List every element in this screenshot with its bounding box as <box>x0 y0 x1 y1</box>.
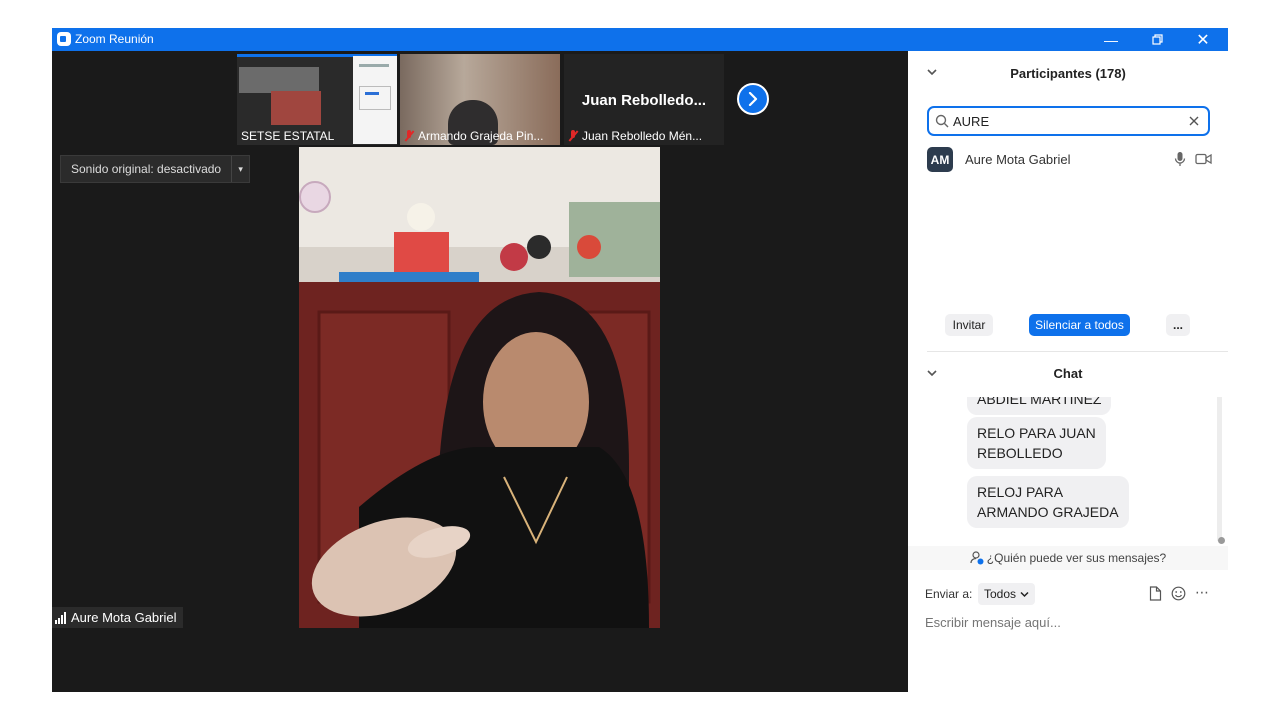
chevron-down-icon <box>1020 591 1029 597</box>
close-button[interactable]: ✕ <box>1180 28 1226 51</box>
thumbnail-setse-estatal[interactable]: SETSE ESTATAL <box>237 54 397 145</box>
microphone-icon[interactable] <box>1174 151 1186 167</box>
window-title: Zoom Reunión <box>75 32 154 46</box>
shared-video-tile <box>271 91 321 125</box>
chat-message-list: ABDIEL MARTINEZ RELO PARA JUAN REBOLLEDO… <box>908 397 1216 545</box>
chat-more-icon[interactable]: ⋯ <box>1195 584 1210 601</box>
user-visibility-icon <box>970 551 984 565</box>
send-to-value: Todos <box>984 587 1017 601</box>
chat-message-input[interactable] <box>925 612 1215 632</box>
signal-strength-icon <box>55 611 66 624</box>
chat-title: Chat <box>1053 366 1083 381</box>
thumbnail-label: Juan Rebolledo Mén... <box>568 129 702 143</box>
participant-search-box[interactable] <box>927 106 1210 136</box>
next-page-button[interactable] <box>737 83 769 115</box>
thumbnail-juan-rebolledo[interactable]: Juan Rebolledo... Juan Rebolledo Mén... <box>564 54 724 145</box>
muted-mic-icon <box>404 130 414 142</box>
emoji-icon[interactable] <box>1171 586 1186 601</box>
original-sound-label: Sonido original: desactivado <box>61 156 233 182</box>
participants-title: Participantes (178) <box>1010 66 1126 81</box>
active-speaker-video <box>299 147 660 628</box>
thumbnail-label: SETSE ESTATAL <box>241 129 335 143</box>
shared-screen-strip <box>239 67 319 93</box>
avatar: AM <box>927 147 953 172</box>
participant-name: Aure Mota Gabriel <box>965 152 1071 167</box>
active-speaker-name: Aure Mota Gabriel <box>71 610 177 625</box>
who-can-see-banner[interactable]: ¿Quién puede ver sus mensajes? <box>908 546 1228 570</box>
video-area: SETSE ESTATAL Armando Grajeda Pin... Jua… <box>52 51 908 692</box>
zoom-logo-icon <box>57 32 71 46</box>
chat-scrollbar[interactable] <box>1217 397 1222 541</box>
participant-search-input[interactable] <box>953 112 1173 130</box>
minimize-button[interactable]: — <box>1088 28 1134 51</box>
restore-icon <box>1151 34 1163 45</box>
shared-document <box>353 56 397 144</box>
speaker-video-frame <box>299 147 660 628</box>
search-icon <box>935 114 949 128</box>
restore-button[interactable] <box>1134 28 1180 51</box>
chat-message: RELOJ PARA ARMANDO GRAJEDA <box>967 476 1129 528</box>
chat-message: ABDIEL MARTINEZ <box>967 397 1112 415</box>
chat-message: RELO PARA JUAN REBOLLEDO <box>967 417 1106 469</box>
title-bar: Zoom Reunión — ✕ <box>52 28 1228 51</box>
participant-row[interactable]: AM Aure Mota Gabriel <box>908 143 1228 175</box>
clear-search-icon[interactable] <box>1189 116 1199 126</box>
chevron-down-icon[interactable]: ▾ <box>232 164 249 175</box>
chevron-right-icon <box>748 92 758 106</box>
muted-mic-icon <box>568 130 578 142</box>
mute-all-button[interactable]: Silenciar a todos <box>1029 314 1130 336</box>
original-sound-button[interactable]: Sonido original: desactivado ▾ <box>60 155 251 183</box>
send-to-dropdown[interactable]: Todos <box>978 583 1036 605</box>
invite-button[interactable]: Invitar <box>945 314 993 336</box>
send-to-label: Enviar a: <box>925 587 973 601</box>
active-speaker-name-tag: Aure Mota Gabriel <box>52 607 183 628</box>
thumbnail-big-name: Juan Rebolledo... <box>581 92 707 109</box>
who-can-see-text: ¿Quién puede ver sus mensajes? <box>986 551 1167 565</box>
more-options-button[interactable]: ... <box>1166 314 1190 336</box>
section-divider <box>927 351 1228 352</box>
video-camera-icon[interactable] <box>1195 153 1212 165</box>
thumbnail-armando-grajeda[interactable]: Armando Grajeda Pin... <box>400 54 560 145</box>
chat-scrollbar-thumb[interactable] <box>1218 537 1225 544</box>
file-icon[interactable] <box>1149 586 1162 601</box>
thumbnail-label: Armando Grajeda Pin... <box>404 129 543 143</box>
side-panel: Participantes (178) AM Aure Mota Gabriel… <box>908 51 1228 692</box>
